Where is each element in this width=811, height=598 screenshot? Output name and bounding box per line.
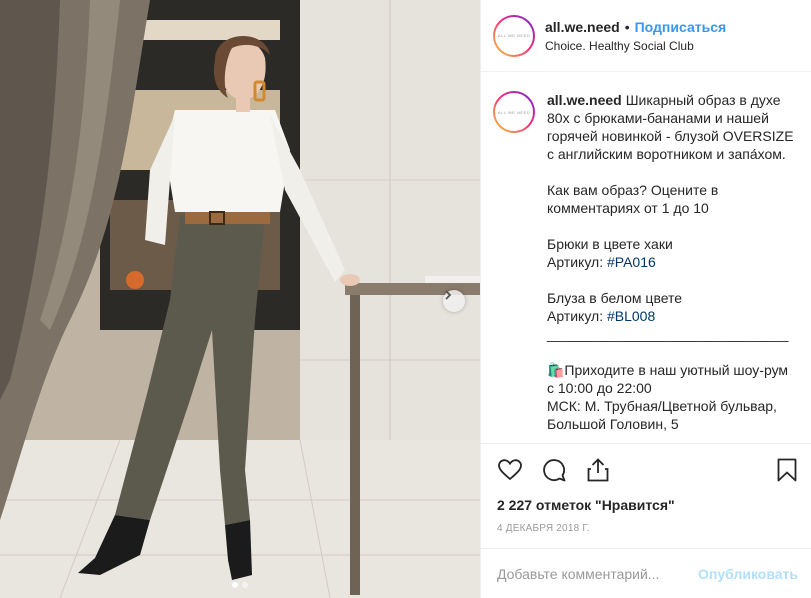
next-photo-button[interactable] (443, 290, 465, 312)
caption-avatar[interactable]: ALL WE NEED (493, 91, 535, 133)
comments-section[interactable]: ALL WE NEED all.we.need Шикарный образ в … (481, 73, 811, 442)
follow-button[interactable]: Подписаться (635, 19, 727, 35)
post-side-panel: ALL WE NEED all.we.need • Подписаться Ch… (480, 0, 811, 598)
publish-button[interactable]: Опубликовать (698, 566, 798, 582)
avatar-inner: ALL WE NEED (495, 93, 533, 131)
post-header: ALL WE NEED all.we.need • Подписаться Ch… (481, 0, 811, 72)
heart-icon (498, 459, 522, 481)
photo-illustration (0, 0, 480, 598)
caption-username-link[interactable]: all.we.need (547, 92, 622, 108)
avatar[interactable]: ALL WE NEED (493, 14, 535, 57)
avatar-inner: ALL WE NEED (495, 16, 533, 55)
carousel-dot (242, 582, 248, 588)
caption: ALL WE NEED all.we.need Шикарный образ в … (493, 91, 798, 433)
comment-button[interactable] (541, 457, 567, 483)
like-button[interactable] (497, 457, 523, 483)
header-text: all.we.need • Подписаться Choice. Health… (545, 19, 726, 53)
caption-body: _______________________________ 🛍️Приход… (547, 326, 789, 432)
hashtag-link[interactable]: #PA016 (607, 254, 656, 270)
action-icons (481, 444, 811, 484)
avatar-logo-text: ALL WE NEED (497, 33, 531, 38)
caption-body: Шикарный образ в духе 80х с брюками-бана… (547, 92, 794, 270)
caption-text: all.we.need Шикарный образ в духе 80х с б… (547, 91, 798, 433)
bookmark-icon (777, 458, 797, 482)
post-date[interactable]: 4 декабря 2018 г. (497, 523, 811, 534)
likes-count[interactable]: 2 227 отметок "Нравится" (497, 497, 811, 513)
comment-icon (543, 459, 566, 482)
share-icon (587, 458, 609, 482)
avatar-logo-text: ALL WE NEED (497, 109, 531, 115)
carousel-dot (232, 582, 238, 588)
carousel-indicator (0, 582, 480, 588)
hashtag-link[interactable]: #BL008 (607, 308, 655, 324)
header-line: all.we.need • Подписаться (545, 19, 726, 35)
share-button[interactable] (585, 457, 611, 483)
save-button[interactable] (774, 457, 800, 483)
comment-input[interactable] (497, 565, 699, 582)
chevron-right-icon (445, 290, 452, 300)
username-link[interactable]: all.we.need (545, 19, 620, 35)
post-photo[interactable] (0, 0, 480, 598)
add-comment-bar: Опубликовать (481, 548, 811, 598)
post-actions: 2 227 отметок "Нравится" 4 декабря 2018 … (481, 443, 811, 547)
separator-dot: • (624, 18, 630, 35)
location-link[interactable]: Choice. Healthy Social Club (545, 39, 726, 53)
